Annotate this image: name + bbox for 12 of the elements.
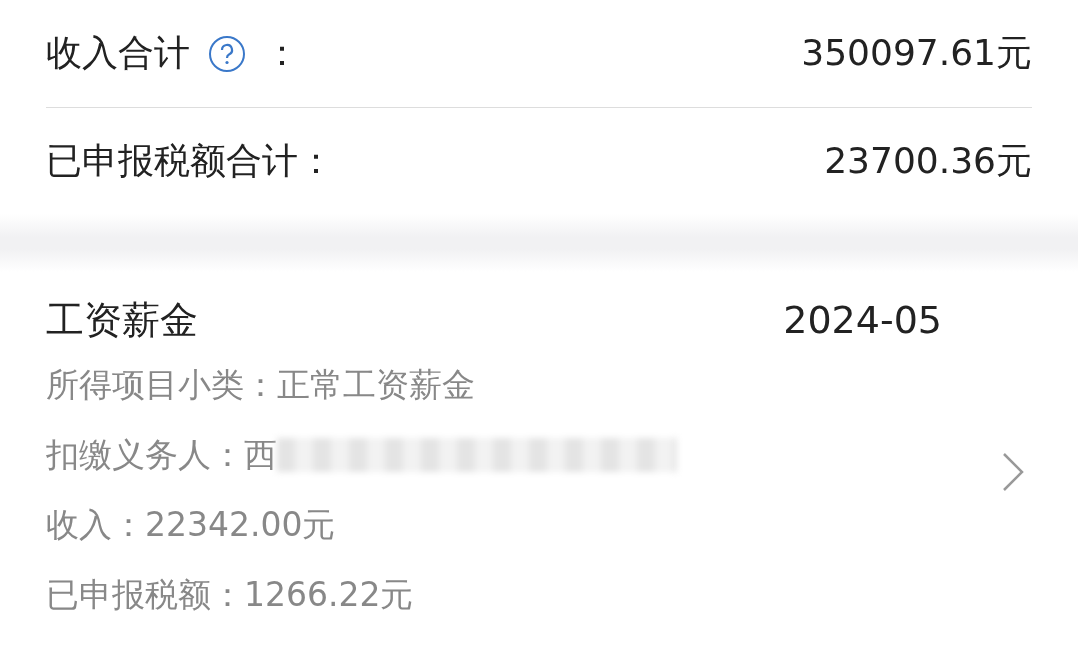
help-icon[interactable] bbox=[208, 34, 246, 73]
detail-text: 所得项目小类：正常工资薪金 bbox=[46, 363, 475, 406]
detail-text: 收入：22342.00元 bbox=[46, 503, 336, 546]
colon: ： bbox=[264, 31, 300, 75]
row-label: 已申报税额合计： bbox=[46, 138, 334, 183]
record-period: 2024-05 bbox=[783, 298, 942, 342]
row-value: 23700.36元 bbox=[824, 138, 1032, 183]
record-title: 工资薪金 bbox=[46, 296, 198, 344]
row-label: 收入合计 bbox=[46, 31, 190, 75]
row-value: 350097.61元 bbox=[801, 31, 1032, 75]
detail-text: 扣缴义务人：西 bbox=[46, 433, 277, 476]
detail-text: 已申报税额：1266.22元 bbox=[46, 573, 414, 616]
